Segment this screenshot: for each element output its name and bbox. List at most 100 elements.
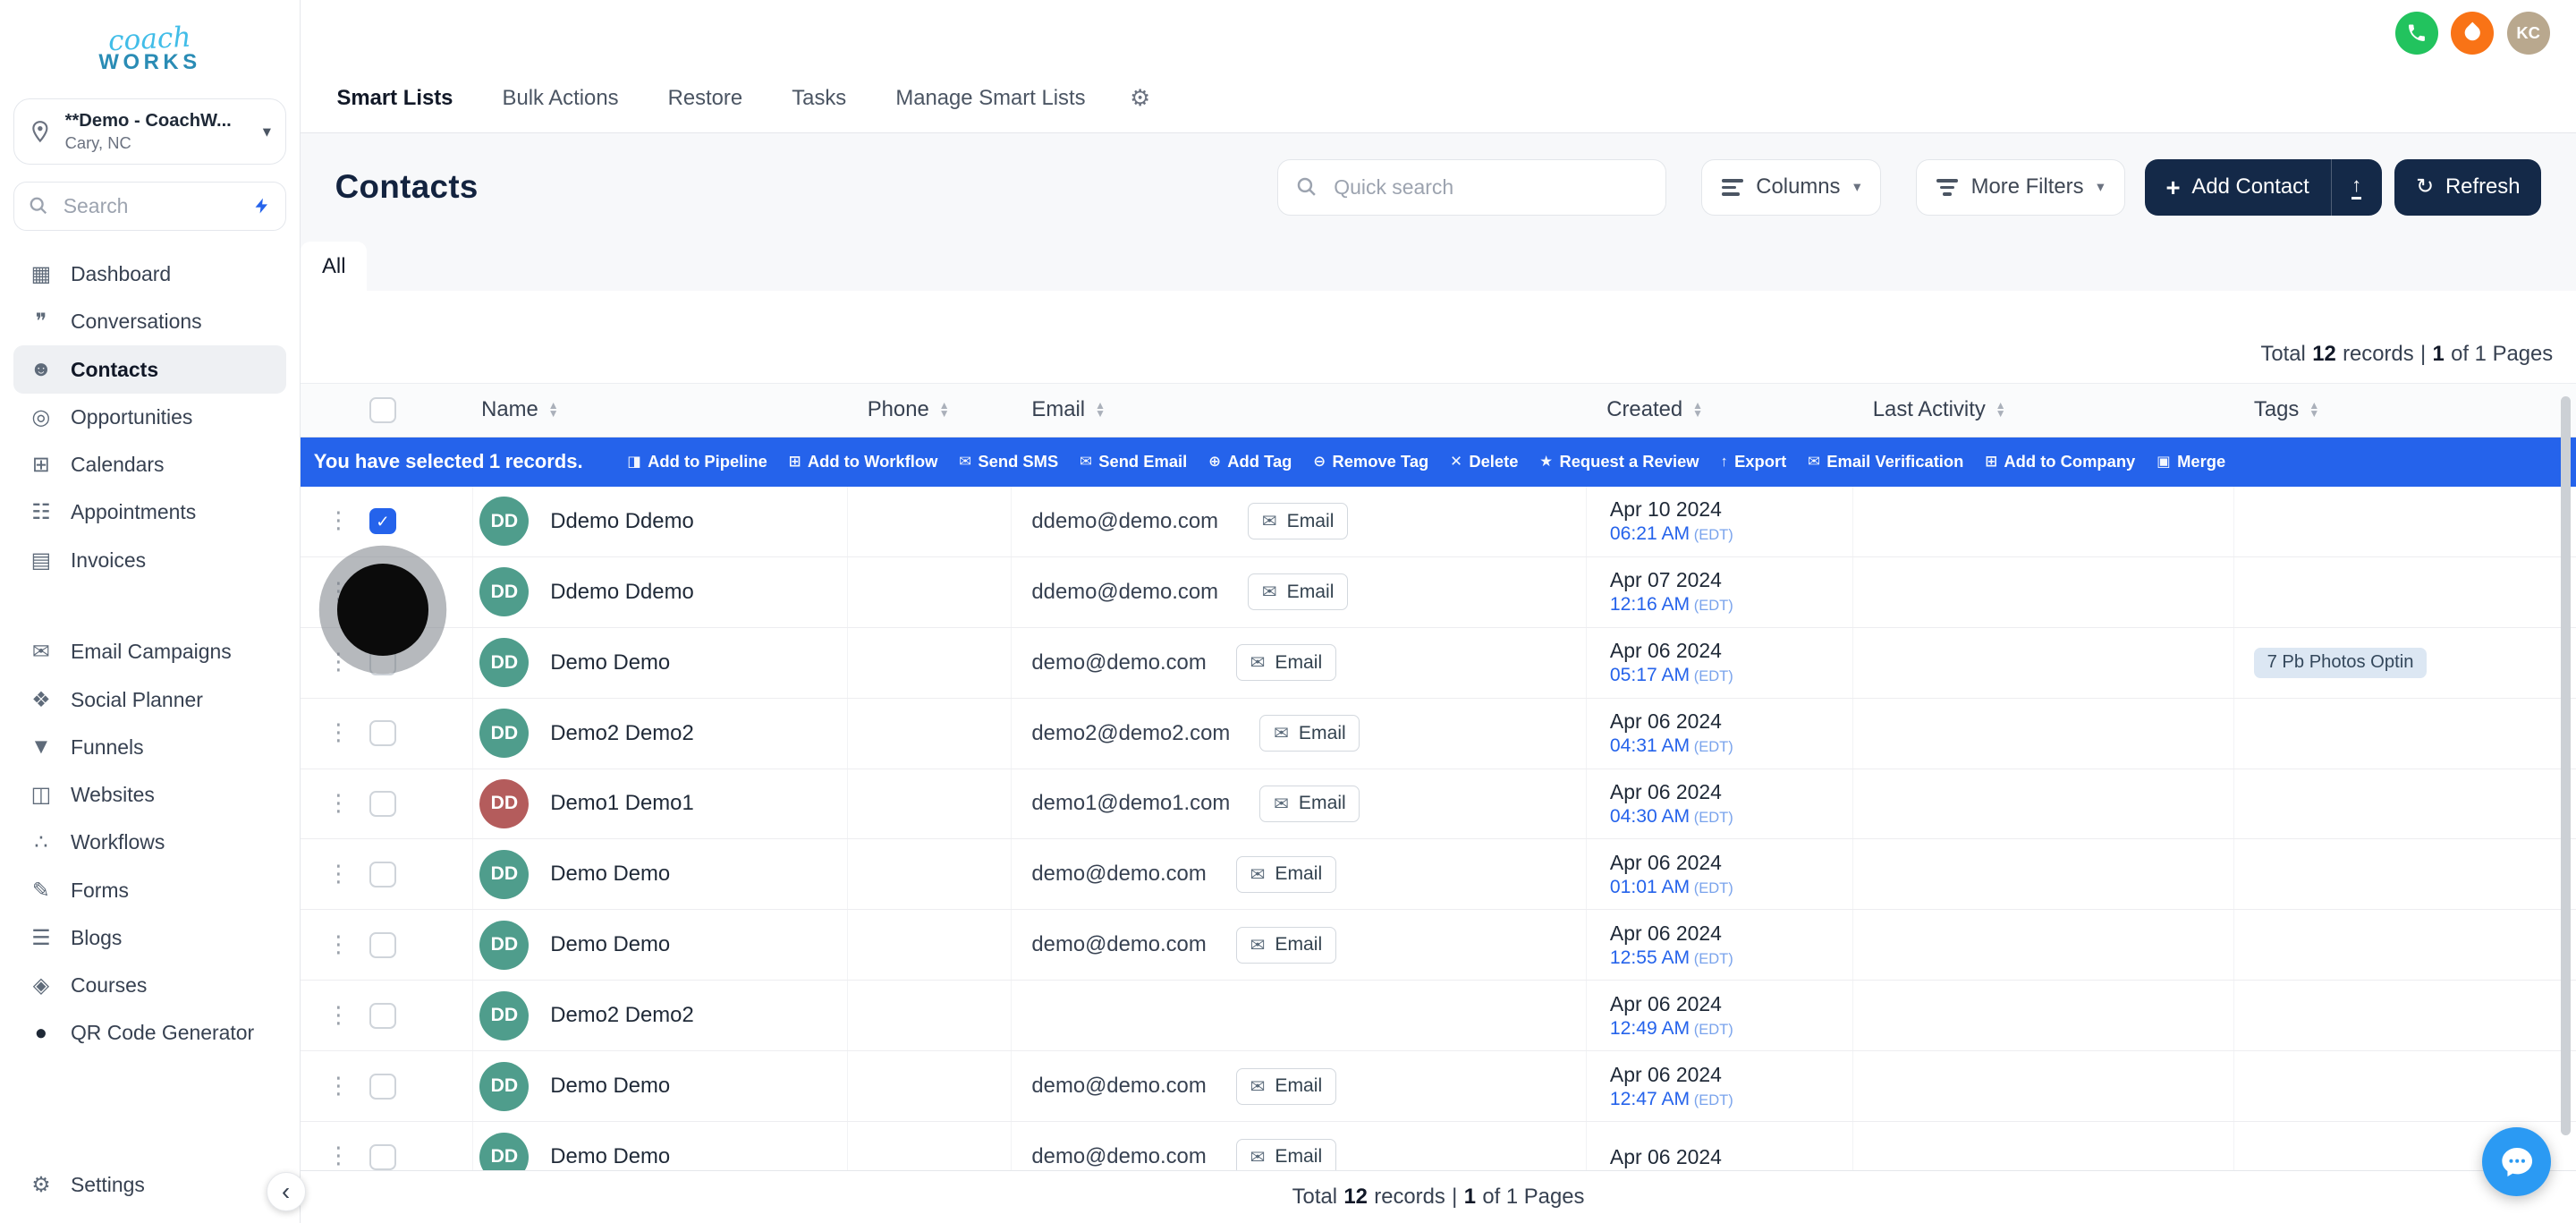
sidebar-item-funnels[interactable]: ▼Funnels	[13, 724, 287, 771]
user-avatar[interactable]: KC	[2507, 12, 2550, 55]
tab-smart-lists[interactable]: Smart Lists	[312, 64, 478, 132]
action-merge[interactable]: ▣Merge	[2157, 452, 2225, 471]
row-checkbox[interactable]	[369, 579, 395, 605]
sidebar-item-dashboard[interactable]: ▦Dashboard	[13, 251, 287, 298]
quick-actions-bolt-icon[interactable]	[253, 197, 271, 215]
add-contact-button[interactable]: + Add Contact	[2145, 159, 2331, 215]
import-contacts-button[interactable]: ↑	[2331, 159, 2382, 215]
row-checkbox[interactable]: ✓	[369, 508, 395, 534]
column-header-tags[interactable]: Tags▲▼	[2234, 384, 2576, 437]
action-email-verification[interactable]: ✉Email Verification	[1808, 452, 1963, 471]
action-remove-tag[interactable]: ⊖Remove Tag	[1313, 452, 1428, 471]
sidebar-collapse-button[interactable]: ‹	[267, 1172, 306, 1211]
sidebar-item-appointments[interactable]: ☷Appointments	[13, 488, 287, 536]
sidebar-item-forms[interactable]: ✎Forms	[13, 866, 287, 913]
action-send-sms[interactable]: ✉Send SMS	[959, 452, 1058, 471]
sidebar-item-opportunities[interactable]: ◎Opportunities	[13, 394, 287, 441]
table-scrollbar[interactable]	[2561, 396, 2571, 1136]
smartlist-settings-gear-icon[interactable]: ⚙	[1130, 85, 1150, 112]
sidebar-item-invoices[interactable]: ▤Invoices	[13, 536, 287, 583]
sidebar-search[interactable]	[13, 182, 287, 231]
table-row[interactable]: ⋮DDDemo2 Demo2demo2@demo2.com✉EmailApr 0…	[301, 699, 2576, 769]
table-row[interactable]: ⋮DDDemo Demodemo@demo.com✉EmailApr 06 20…	[301, 910, 2576, 981]
tab-bulk-actions[interactable]: Bulk Actions	[478, 64, 643, 132]
sidebar-item-workflows[interactable]: ∴Workflows	[13, 819, 287, 866]
action-add-tag[interactable]: ⊕Add Tag	[1208, 452, 1292, 471]
sidebar-item-websites[interactable]: ◫Websites	[13, 771, 287, 819]
sort-icon[interactable]: ▲▼	[548, 402, 559, 418]
table-row[interactable]: ⋮DDDdemo Ddemoddemo@demo.com✉EmailApr 07…	[301, 557, 2576, 628]
email-button[interactable]: ✉Email	[1259, 715, 1360, 751]
sort-icon[interactable]: ▲▼	[1692, 402, 1703, 418]
email-button[interactable]: ✉Email	[1236, 1068, 1336, 1104]
action-send-email[interactable]: ✉Send Email	[1080, 452, 1187, 471]
row-checkbox[interactable]	[369, 1144, 395, 1170]
action-add-to-pipeline[interactable]: ◨Add to Pipeline	[627, 452, 767, 471]
sidebar-item-email-campaigns[interactable]: ✉Email Campaigns	[13, 628, 287, 675]
email-button[interactable]: ✉Email	[1236, 856, 1336, 892]
table-row[interactable]: ⋮DDDemo Demodemo@demo.com✉EmailApr 06 20…	[301, 839, 2576, 910]
row-checkbox[interactable]	[369, 862, 395, 888]
row-menu-icon[interactable]: ⋮	[326, 863, 340, 887]
email-button[interactable]: ✉Email	[1259, 786, 1360, 821]
sidebar-item-blogs[interactable]: ☰Blogs	[13, 914, 287, 962]
notification-button[interactable]	[2451, 12, 2494, 55]
row-checkbox[interactable]	[369, 720, 395, 746]
column-header-email[interactable]: Email▲▼	[1012, 384, 1587, 437]
sort-icon[interactable]: ▲▼	[1996, 402, 2006, 418]
sort-icon[interactable]: ▲▼	[1095, 402, 1106, 418]
row-checkbox[interactable]	[369, 1074, 395, 1100]
sidebar-item-qr-code-generator[interactable]: ●QR Code Generator	[13, 1009, 287, 1057]
action-export[interactable]: ↑Export	[1720, 452, 1786, 471]
row-checkbox[interactable]	[369, 932, 395, 958]
sidebar-item-calendars[interactable]: ⊞Calendars	[13, 441, 287, 488]
sidebar-item-conversations[interactable]: ❞Conversations	[13, 298, 287, 345]
select-all-checkbox[interactable]	[369, 397, 395, 423]
action-delete[interactable]: ✕Delete	[1450, 452, 1518, 471]
refresh-button[interactable]: ↻ Refresh	[2394, 159, 2541, 215]
phone-button[interactable]	[2395, 12, 2438, 55]
quick-search-input[interactable]	[1331, 174, 1648, 201]
table-row[interactable]: ⋮✓DDDdemo Ddemoddemo@demo.com✉EmailApr 1…	[301, 487, 2576, 557]
email-button[interactable]: ✉Email	[1248, 573, 1348, 609]
chat-widget-button[interactable]	[2482, 1127, 2551, 1196]
location-switcher[interactable]: **Demo - CoachW... Cary, NC ▾	[13, 98, 287, 166]
email-button[interactable]: ✉Email	[1248, 503, 1348, 539]
row-menu-icon[interactable]: ⋮	[326, 1075, 340, 1099]
action-request-a-review[interactable]: ★Request a Review	[1539, 452, 1699, 471]
columns-dropdown[interactable]: Columns ▾	[1701, 159, 1882, 215]
quick-search[interactable]	[1277, 159, 1666, 215]
sort-icon[interactable]: ▲▼	[2309, 402, 2319, 418]
row-menu-icon[interactable]: ⋮	[326, 722, 340, 745]
sidebar-item-settings[interactable]: ⚙ Settings	[28, 1172, 145, 1198]
sidebar-item-contacts[interactable]: ☻Contacts	[13, 345, 287, 393]
column-header-last-activity[interactable]: Last Activity▲▼	[1853, 384, 2234, 437]
tab-tasks[interactable]: Tasks	[767, 64, 871, 132]
tab-restore[interactable]: Restore	[643, 64, 767, 132]
row-checkbox[interactable]	[369, 791, 395, 817]
column-header-name[interactable]: Name▲▼	[473, 384, 848, 437]
email-button[interactable]: ✉Email	[1236, 644, 1336, 680]
table-row[interactable]: ⋮DDDemo2 Demo2Apr 06 202412:49 AM (EDT)	[301, 981, 2576, 1051]
sidebar-search-input[interactable]	[60, 192, 242, 220]
tab-manage-smart-lists[interactable]: Manage Smart Lists	[871, 64, 1110, 132]
table-row[interactable]: ⋮DDDemo Demodemo@demo.com✉EmailApr 06 20…	[301, 628, 2576, 699]
row-checkbox[interactable]	[369, 650, 395, 675]
row-menu-icon[interactable]: ⋮	[326, 651, 340, 675]
sort-icon[interactable]: ▲▼	[939, 402, 950, 418]
action-add-to-workflow[interactable]: ⊞Add to Workflow	[789, 452, 938, 471]
email-button[interactable]: ✉Email	[1236, 927, 1336, 963]
table-row[interactable]: ⋮DDDemo1 Demo1demo1@demo1.com✉EmailApr 0…	[301, 769, 2576, 840]
row-menu-icon[interactable]: ⋮	[326, 934, 340, 957]
column-header-created[interactable]: Created▲▼	[1587, 384, 1853, 437]
column-header-phone[interactable]: Phone▲▼	[848, 384, 1013, 437]
sidebar-item-social-planner[interactable]: ❖Social Planner	[13, 675, 287, 723]
action-add-to-company[interactable]: ⊞Add to Company	[1985, 452, 2135, 471]
more-filters-dropdown[interactable]: More Filters ▾	[1916, 159, 2125, 215]
row-menu-icon[interactable]: ⋮	[326, 510, 340, 533]
table-row[interactable]: ⋮DDDemo Demodemo@demo.com✉EmailApr 06 20…	[301, 1051, 2576, 1122]
tab-all[interactable]: All	[301, 242, 367, 291]
sidebar-item-courses[interactable]: ◈Courses	[13, 962, 287, 1009]
row-checkbox[interactable]	[369, 1003, 395, 1029]
row-menu-icon[interactable]: ⋮	[326, 1005, 340, 1028]
